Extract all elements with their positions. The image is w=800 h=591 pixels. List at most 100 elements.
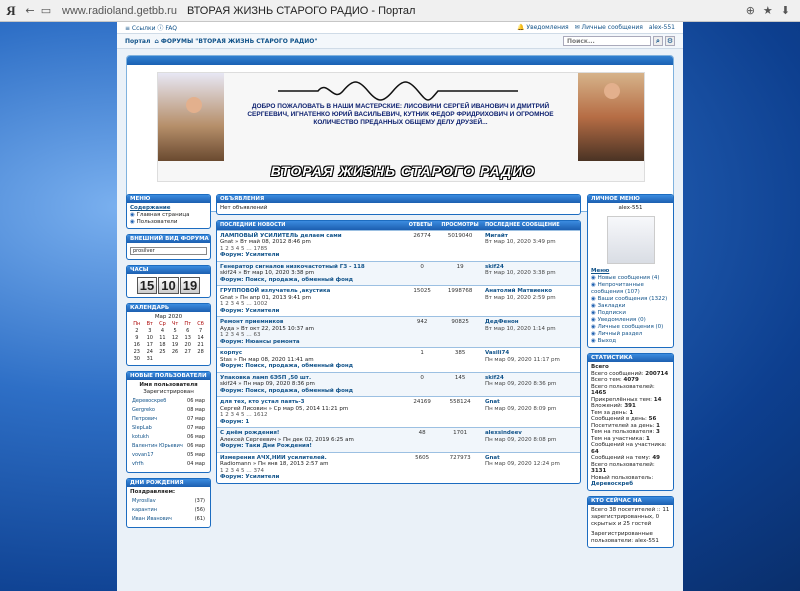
personal-menu-item[interactable]: Непрочитанные сообщения (107): [591, 282, 670, 296]
calendar-day[interactable]: 2: [130, 328, 144, 335]
personal-menu-item[interactable]: Уведомления (0): [591, 317, 670, 324]
new-user-name[interactable]: kotukh: [132, 434, 184, 441]
calendar-day[interactable]: 14: [194, 335, 207, 342]
last-post-user[interactable]: ДедФенон: [485, 319, 519, 325]
user-link[interactable]: alex-551: [649, 24, 675, 31]
calendar-day[interactable]: [181, 356, 194, 363]
personal-menu-item[interactable]: Закладки: [591, 303, 670, 310]
avatar[interactable]: [606, 216, 655, 264]
menu-contents[interactable]: Содержание: [130, 205, 207, 212]
yandex-logo[interactable]: Я: [0, 3, 22, 19]
new-user-name[interactable]: Петрович: [132, 416, 184, 423]
calendar-day[interactable]: 25: [156, 349, 169, 356]
personal-menu-head: Меню: [591, 268, 610, 274]
last-post-user[interactable]: skif24: [485, 264, 504, 270]
birthday-age: (61): [194, 516, 205, 522]
crumb-portal[interactable]: Портал: [125, 38, 150, 45]
calendar-day[interactable]: 31: [144, 356, 156, 363]
address-bar[interactable]: www.radioland.getbb.ru: [62, 5, 177, 17]
personal-menu-item[interactable]: Ваши сообщения (1322): [591, 296, 670, 303]
birthday-name[interactable]: карантин: [132, 507, 188, 514]
calendar-day[interactable]: 30: [130, 356, 144, 363]
last-post-user[interactable]: Vasili74: [485, 350, 509, 356]
calendar-day[interactable]: [194, 356, 207, 363]
new-user-name[interactable]: Валентин Юрьевич: [132, 443, 184, 450]
personal-menu-item[interactable]: Новые сообщения (4): [591, 275, 670, 282]
download-icon[interactable]: ⬇: [781, 4, 790, 17]
translate-icon[interactable]: ⊕: [746, 4, 755, 17]
topic-forum[interactable]: Форум: Таки Дни Рождения!: [220, 443, 403, 450]
stat-label: Всего пользователей:: [591, 461, 655, 468]
personal-menu-item[interactable]: Выход: [591, 338, 670, 345]
topic-forum[interactable]: Форум: Усилители: [220, 474, 403, 481]
search-icon[interactable]: ⌕: [653, 36, 663, 46]
calendar-day[interactable]: 12: [169, 335, 181, 342]
topic-forum[interactable]: Форум: Усилители: [220, 308, 403, 315]
back-icon[interactable]: ←: [22, 4, 38, 17]
new-user-name[interactable]: vfrfh: [132, 461, 184, 468]
calendar-day[interactable]: 7: [194, 328, 207, 335]
last-post-user[interactable]: skif24: [485, 375, 504, 381]
personal-username[interactable]: alex-551: [591, 205, 670, 212]
calendar-day[interactable]: 28: [194, 349, 207, 356]
calendar-day[interactable]: 24: [144, 349, 156, 356]
topic-replies: 48: [405, 427, 439, 452]
notifications-link[interactable]: 🔔 Уведомления: [517, 24, 569, 31]
calendar-day[interactable]: 18: [156, 342, 169, 349]
forum-page: ≡ Ссылки ⓘ FAQ 🔔 Уведомления ✉ Личные со…: [117, 22, 683, 591]
calendar-day[interactable]: 10: [144, 335, 156, 342]
newest-user[interactable]: Деревоскреб: [591, 481, 670, 488]
calendar-day[interactable]: 27: [181, 349, 194, 356]
topic-forum[interactable]: Форум: Усилители: [220, 252, 403, 259]
advanced-search-icon[interactable]: ⚙: [665, 36, 675, 46]
calendar-day[interactable]: 23: [130, 349, 144, 356]
personal-menu-item[interactable]: Личные сообщения (0): [591, 324, 670, 331]
new-user-name[interactable]: Деревоскреб: [132, 398, 184, 405]
crumb-forums[interactable]: ⌂ ФОРУМЫ "ВТОРАЯ ЖИЗНЬ СТАРОГО РАДИО": [155, 38, 318, 45]
calendar-day[interactable]: 20: [181, 342, 194, 349]
messages-link[interactable]: ✉ Личные сообщения: [575, 24, 643, 31]
calendar-day[interactable]: 4: [156, 328, 169, 335]
birthday-name[interactable]: Иван Иванович: [132, 516, 188, 523]
search-input[interactable]: Поиск...: [563, 36, 651, 46]
menu-item-users[interactable]: Пользователи: [130, 219, 207, 226]
style-block: ВНЕШНИЙ ВИД ФОРУМА prosilver: [126, 234, 211, 260]
topic-forum[interactable]: Форум: Поиск, продажа, обменный фонд: [220, 388, 403, 395]
birthday-age: (37): [194, 498, 205, 504]
new-user-name[interactable]: vovan17: [132, 452, 184, 459]
personal-menu-item[interactable]: Подписки: [591, 310, 670, 317]
links-faq[interactable]: ≡ Ссылки ⓘ FAQ: [125, 23, 177, 32]
last-post-user[interactable]: alexsindeev: [485, 430, 522, 436]
last-post-user[interactable]: Gnat: [485, 455, 500, 461]
last-post-user[interactable]: Gnat: [485, 399, 500, 405]
calendar-day[interactable]: 17: [144, 342, 156, 349]
calendar-day[interactable]: [156, 356, 169, 363]
calendar-day[interactable]: 11: [156, 335, 169, 342]
calendar-day[interactable]: 13: [181, 335, 194, 342]
new-user-name[interactable]: SlepLab: [132, 425, 184, 432]
stat-label: Вложений:: [591, 403, 623, 409]
menu-item-home[interactable]: Главная страница: [130, 212, 207, 219]
calendar-day[interactable]: 9: [130, 335, 144, 342]
topic-forum[interactable]: Форум: Поиск, продажа, обменный фонд: [220, 277, 403, 284]
calendar-day[interactable]: 5: [169, 328, 181, 335]
calendar-day[interactable]: 26: [169, 349, 181, 356]
stat-value: 1465: [591, 390, 607, 396]
calendar-day[interactable]: 3: [144, 328, 156, 335]
calendar-day[interactable]: 19: [169, 342, 181, 349]
calendar-day[interactable]: 21: [194, 342, 207, 349]
topic-forum[interactable]: Форум: 1: [220, 419, 403, 426]
style-select[interactable]: prosilver: [130, 247, 207, 255]
birthday-name[interactable]: Myrosllav: [132, 498, 188, 505]
calendar-day[interactable]: 6: [181, 328, 194, 335]
calendar-day[interactable]: [169, 356, 181, 363]
personal-menu-item[interactable]: Личный раздел: [591, 331, 670, 338]
topic-forum[interactable]: Форум: Поиск, продажа, обменный фонд: [220, 363, 403, 370]
bookmark-star-icon[interactable]: ★: [763, 4, 773, 17]
topic-forum[interactable]: Форум: Нюансы ремонта: [220, 339, 403, 346]
new-user-name[interactable]: Gergreko: [132, 407, 184, 414]
last-post-user[interactable]: Мигайт: [485, 233, 508, 239]
last-post-user[interactable]: Анатолий Матвиенко: [485, 288, 552, 294]
table-row: корпус Stas » Пн мар 08, 2020 11:41 am Фор…: [217, 347, 580, 372]
calendar-day[interactable]: 16: [130, 342, 144, 349]
